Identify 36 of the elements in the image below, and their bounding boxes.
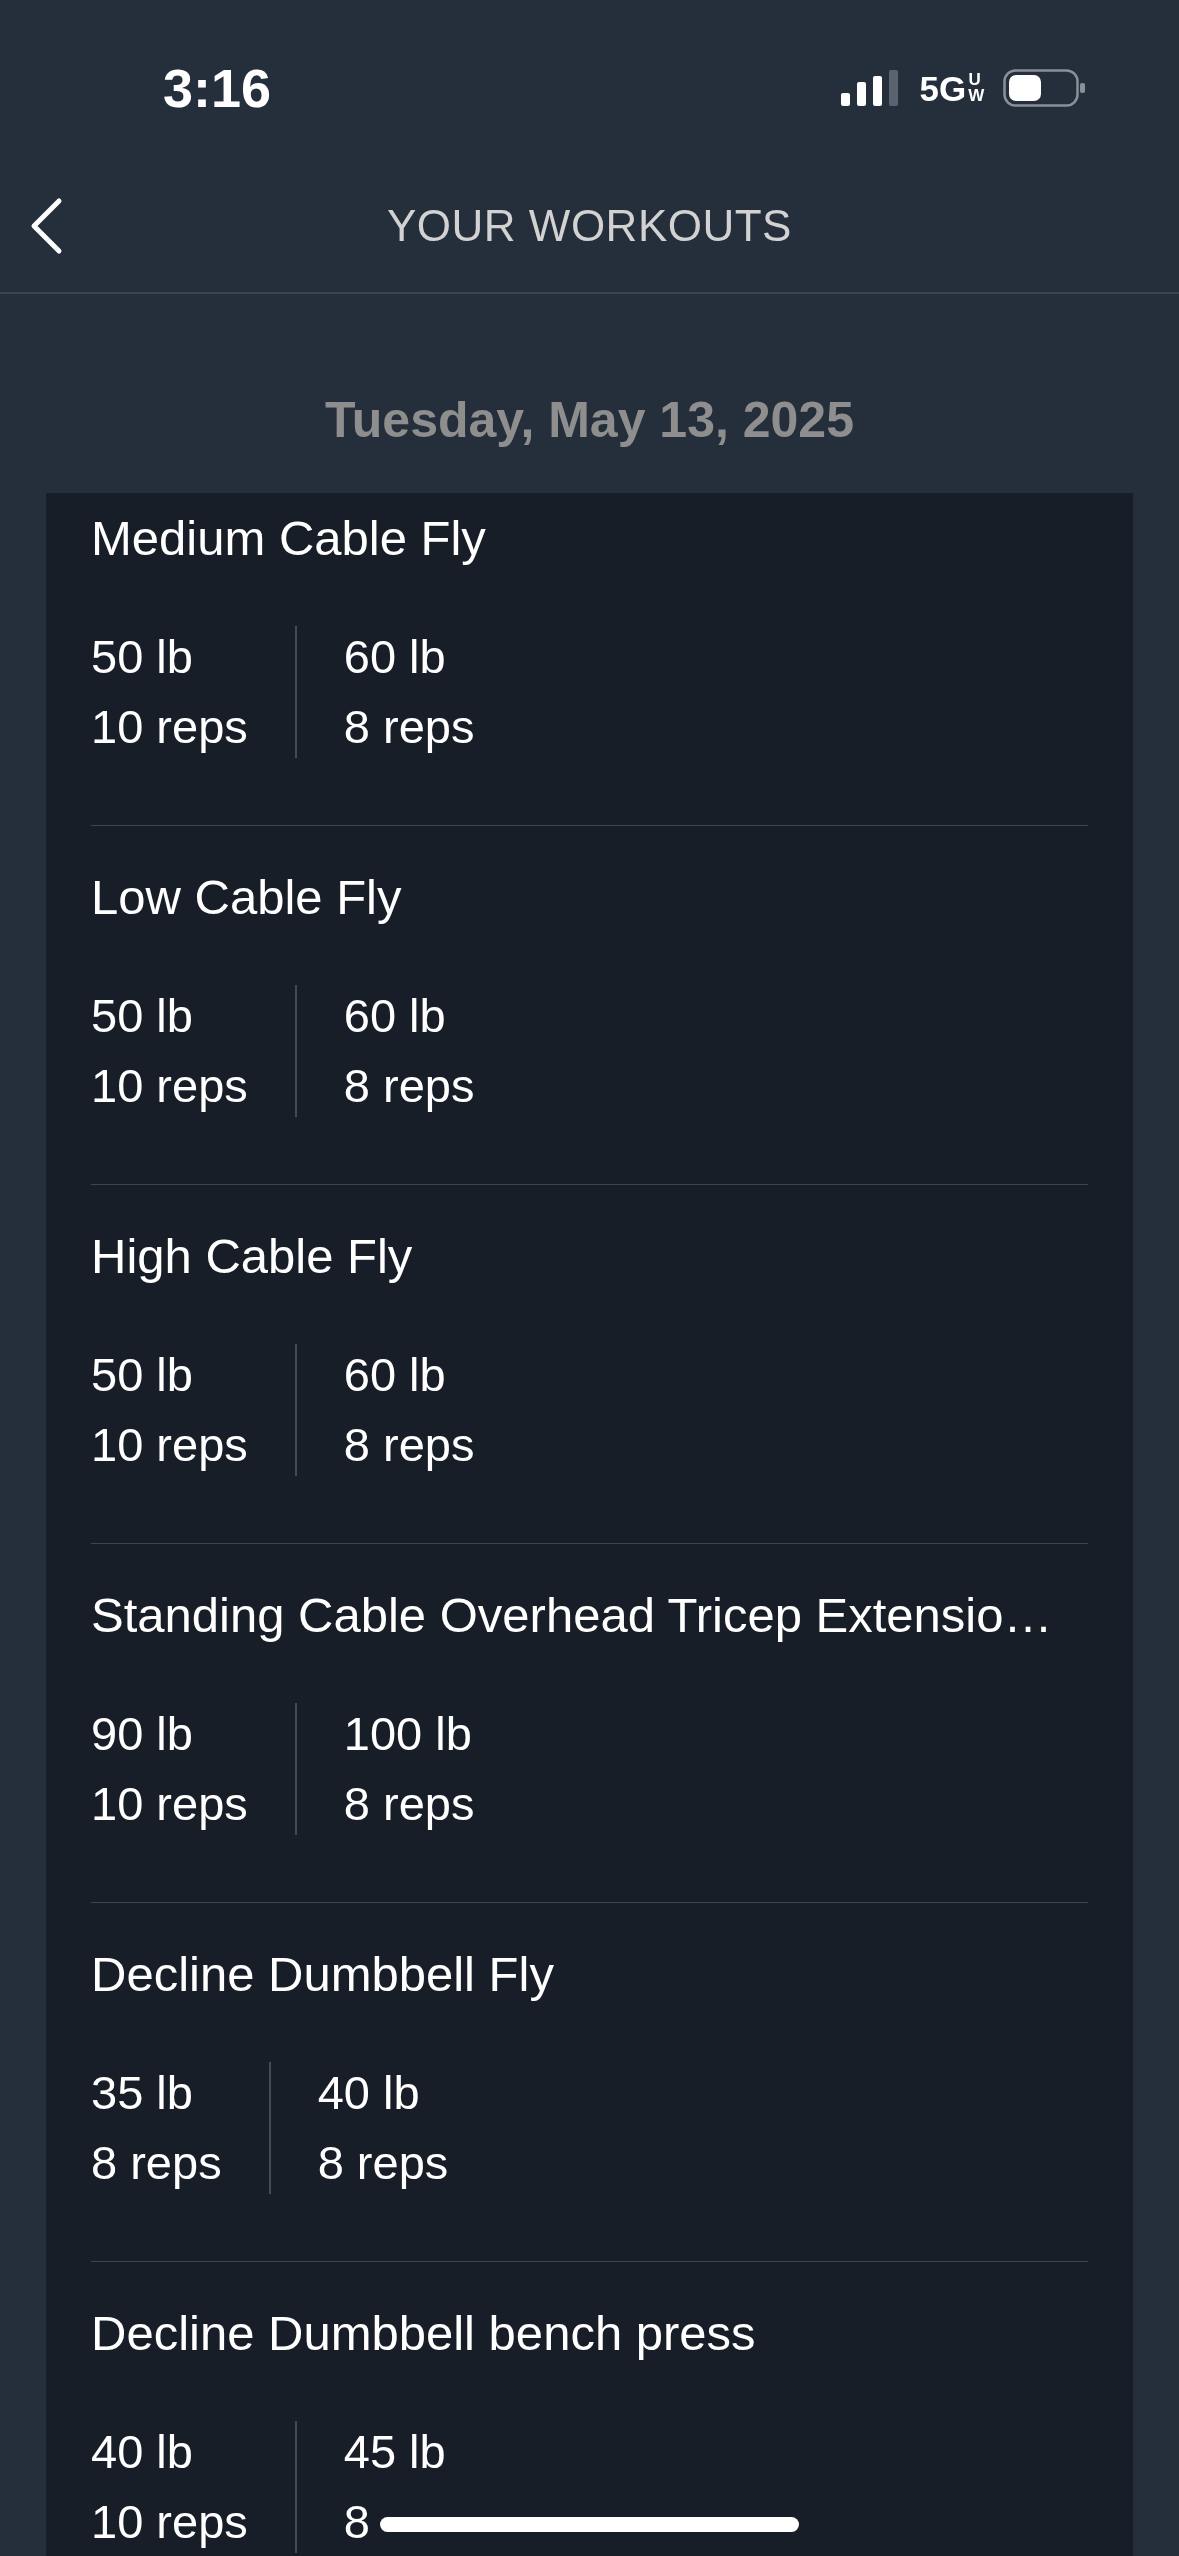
set-weight: 45 lb (343, 2424, 446, 2480)
set-reps: 8 reps (343, 1776, 475, 1832)
set-reps: 8 reps (91, 2135, 222, 2191)
page-title: YOUR WORKOUTS (387, 204, 792, 248)
exercise-name: Decline Dumbbell bench press (91, 2305, 756, 2362)
set-weight: 40 lb (91, 2424, 193, 2480)
battery-icon (1003, 69, 1085, 107)
set-weight: 50 lb (91, 1347, 193, 1403)
set-weight: 35 lb (91, 2065, 193, 2121)
set-weight: 90 lb (91, 1706, 193, 1762)
set-reps: 8 (343, 2494, 370, 2550)
set-weight: 40 lb (317, 2065, 420, 2121)
set-reps: 10 reps (91, 1776, 248, 1832)
exercise-name: Standing Cable Overhead Tricep Extensio… (91, 1587, 1053, 1644)
set-weight: 60 lb (343, 988, 446, 1044)
exercise-name: Decline Dumbbell Fly (91, 1946, 554, 2003)
clock-time: 3:16 (163, 61, 272, 115)
set-reps: 8 reps (343, 1058, 475, 1114)
set-reps: 8 reps (317, 2135, 449, 2191)
exercise-name: Low Cable Fly (91, 869, 402, 926)
set-reps: 8 reps (343, 699, 475, 755)
exercise-name: Medium Cable Fly (91, 510, 486, 567)
set-reps: 8 reps (343, 1417, 475, 1473)
set-reps: 10 reps (91, 1417, 248, 1473)
set-weight: 60 lb (343, 629, 446, 685)
set-reps: 10 reps (91, 699, 248, 755)
set-weight: 50 lb (91, 988, 193, 1044)
network-label: 5G (919, 70, 967, 106)
set-reps: 10 reps (91, 2494, 248, 2550)
date-heading: Tuesday, May 13, 2025 (325, 391, 854, 450)
set-weight: 100 lb (343, 1706, 472, 1762)
set-weight: 50 lb (91, 629, 193, 685)
exercise-name: High Cable Fly (91, 1228, 413, 1285)
set-weight: 60 lb (343, 1347, 446, 1403)
set-reps: 10 reps (91, 1058, 248, 1114)
signal-icon (840, 70, 898, 106)
